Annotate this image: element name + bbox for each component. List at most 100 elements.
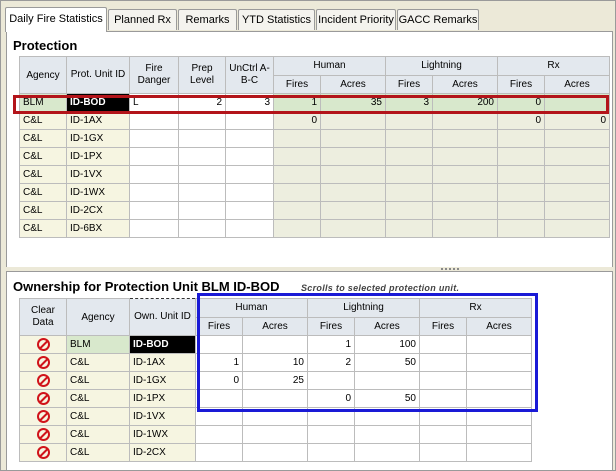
human-acres-input[interactable]: 25 [242,371,308,390]
unctrl-input[interactable] [225,219,274,238]
lightning-acres-input[interactable] [354,407,420,426]
human-acres-input[interactable] [242,443,308,462]
lightning-fires-input[interactable]: 1 [307,335,355,354]
table-row[interactable]: C&L ID-1VX [19,407,532,426]
rx-fires-input[interactable] [419,425,467,444]
clear-data-button[interactable] [19,443,67,462]
fire-danger-input[interactable] [129,201,179,220]
prep-level-input[interactable] [178,147,226,166]
unit-cell[interactable]: ID-2CX [66,201,130,220]
clear-data-button[interactable] [19,371,67,390]
human-acres-input[interactable] [242,335,308,354]
human-fires-input[interactable] [195,425,243,444]
fire-danger-input[interactable] [129,219,179,238]
unctrl-input[interactable] [225,165,274,184]
rx-fires-input[interactable] [419,353,467,372]
human-fires-input[interactable] [195,443,243,462]
unit-cell[interactable]: ID-1WX [129,425,196,444]
prep-level-input[interactable] [178,165,226,184]
table-row[interactable]: C&L ID-1GX [19,129,610,148]
fire-danger-input[interactable]: L [129,93,179,112]
unit-cell[interactable]: ID-1VX [129,407,196,426]
table-row[interactable]: BLM ID-BOD L 2 3 1 35 3 200 0 [19,93,610,112]
table-row[interactable]: C&L ID-1WX [19,425,532,444]
table-row[interactable]: C&L ID-1WX [19,183,610,202]
lightning-fires-input[interactable] [307,443,355,462]
fire-danger-input[interactable] [129,147,179,166]
fire-danger-input[interactable] [129,183,179,202]
human-acres-input[interactable] [242,407,308,426]
prep-level-input[interactable] [178,111,226,130]
unit-cell[interactable]: ID-1VX [66,165,130,184]
unit-cell[interactable]: ID-1GX [66,129,130,148]
unit-cell[interactable]: ID-BOD [129,335,196,354]
rx-fires-input[interactable] [419,443,467,462]
human-fires-input[interactable] [195,407,243,426]
table-row[interactable]: C&L ID-6BX [19,219,610,238]
human-fires-input[interactable]: 0 [195,371,243,390]
human-fires-input[interactable] [195,389,243,408]
lightning-fires-input[interactable]: 2 [307,353,355,372]
rx-fires-input[interactable] [419,389,467,408]
human-fires-input[interactable] [195,335,243,354]
tab-planned-rx[interactable]: Planned Rx [108,9,177,30]
unit-cell[interactable]: ID-2CX [129,443,196,462]
lightning-acres-input[interactable] [354,371,420,390]
clear-data-button[interactable] [19,353,67,372]
table-row[interactable]: C&L ID-1AX 1 10 2 50 [19,353,532,372]
rx-acres-input[interactable] [466,335,532,354]
unctrl-input[interactable] [225,129,274,148]
clear-data-button[interactable] [19,425,67,444]
lightning-fires-input[interactable] [307,407,355,426]
table-row[interactable]: BLM ID-BOD 1 100 [19,335,532,354]
unit-cell[interactable]: ID-1PX [66,147,130,166]
prep-level-input[interactable] [178,201,226,220]
lightning-acres-input[interactable]: 100 [354,335,420,354]
tab-ytd-statistics[interactable]: YTD Statistics [238,9,315,30]
table-row[interactable]: C&L ID-1AX 0 0 0 [19,111,610,130]
table-row[interactable]: C&L ID-1PX [19,147,610,166]
human-acres-input[interactable]: 10 [242,353,308,372]
lightning-acres-input[interactable]: 50 [354,353,420,372]
rx-fires-input[interactable] [419,371,467,390]
unctrl-input[interactable]: 3 [225,93,274,112]
unit-cell[interactable]: ID-1GX [129,371,196,390]
unctrl-input[interactable] [225,183,274,202]
rx-fires-input[interactable] [419,335,467,354]
rx-acres-input[interactable] [466,389,532,408]
rx-acres-input[interactable] [466,353,532,372]
unctrl-input[interactable] [225,147,274,166]
unit-cell[interactable]: ID-6BX [66,219,130,238]
tab-incident-priority[interactable]: Incident Priority [316,9,396,30]
tab-remarks[interactable]: Remarks [178,9,237,30]
lightning-fires-input[interactable] [307,425,355,444]
prep-level-input[interactable] [178,219,226,238]
fire-danger-input[interactable] [129,111,179,130]
fire-danger-input[interactable] [129,165,179,184]
rx-fires-input[interactable] [419,407,467,426]
human-fires-input[interactable]: 1 [195,353,243,372]
table-row[interactable]: C&L ID-1GX 0 25 [19,371,532,390]
table-row[interactable]: C&L ID-1PX 0 50 [19,389,532,408]
lightning-acres-input[interactable] [354,425,420,444]
tab-gacc-remarks[interactable]: GACC Remarks [397,9,479,30]
rx-acres-input[interactable] [466,407,532,426]
unctrl-input[interactable] [225,111,274,130]
table-row[interactable]: C&L ID-2CX [19,443,532,462]
rx-acres-input[interactable] [466,371,532,390]
clear-data-button[interactable] [19,389,67,408]
prep-level-input[interactable] [178,129,226,148]
unctrl-input[interactable] [225,201,274,220]
unit-cell[interactable]: ID-BOD [66,93,130,112]
clear-data-button[interactable] [19,335,67,354]
fire-danger-input[interactable] [129,129,179,148]
table-row[interactable]: C&L ID-1VX [19,165,610,184]
table-row[interactable]: C&L ID-2CX [19,201,610,220]
unit-cell[interactable]: ID-1WX [66,183,130,202]
prep-level-input[interactable]: 2 [178,93,226,112]
unit-cell[interactable]: ID-1AX [129,353,196,372]
rx-acres-input[interactable] [466,443,532,462]
prep-level-input[interactable] [178,183,226,202]
lightning-acres-input[interactable]: 50 [354,389,420,408]
lightning-fires-input[interactable] [307,371,355,390]
